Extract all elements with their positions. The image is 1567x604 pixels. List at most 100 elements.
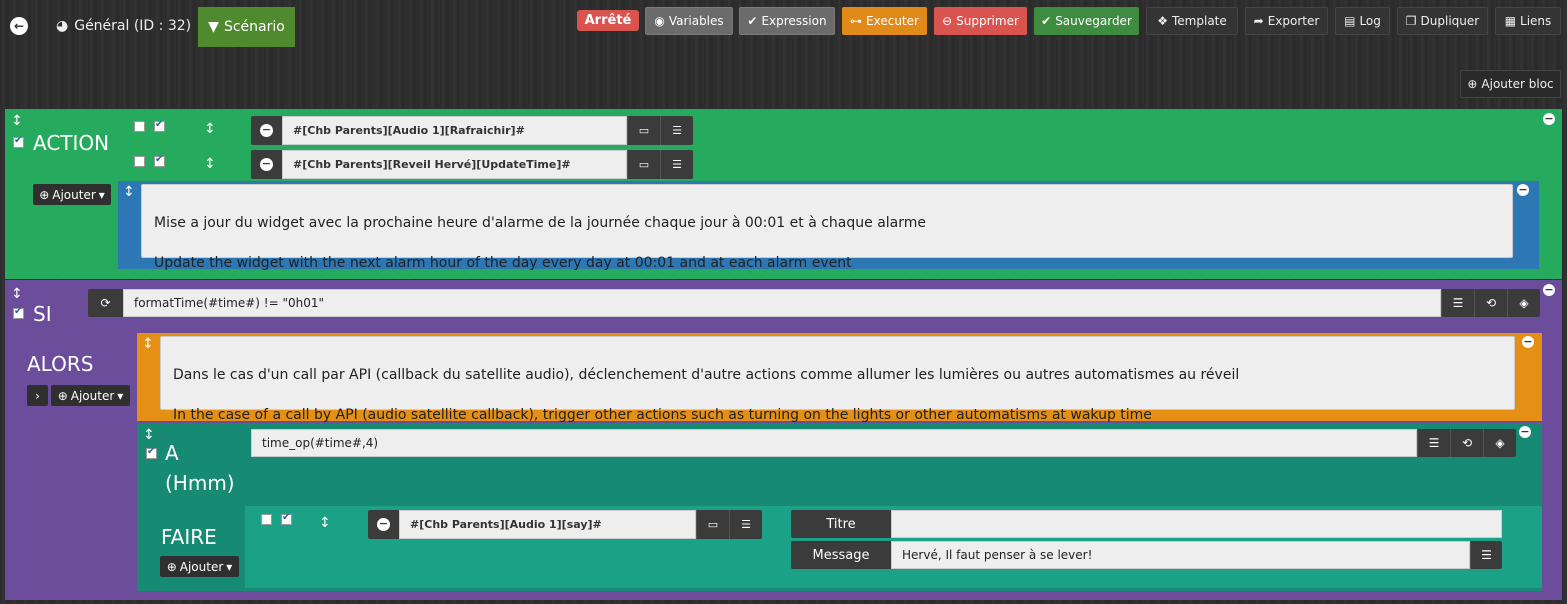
copy-icon: ❐ [1405, 14, 1417, 28]
drag-handle-icon[interactable]: ↕ [143, 427, 155, 443]
minus-circle-icon[interactable]: − [1543, 113, 1555, 125]
minus-icon: − [260, 157, 273, 171]
refresh-icon: ⟳ [100, 296, 111, 310]
faire-check-a[interactable] [261, 514, 272, 525]
dashboard-icon: ◕ [56, 18, 69, 34]
select-command-button[interactable]: ▭ [696, 510, 729, 539]
history-icon: ⟲ [1461, 436, 1473, 450]
a-sub-label: (Hmm) [165, 471, 235, 495]
inbox-icon: ▭ [638, 158, 650, 171]
cube-button[interactable]: ◈ [1507, 289, 1540, 317]
remove-action-button[interactable]: − [368, 510, 399, 539]
action-1-check-a[interactable] [134, 121, 145, 132]
list-button[interactable]: ☰ [660, 150, 693, 179]
list-button[interactable]: ☰ [1417, 429, 1450, 457]
drag-handle-icon[interactable]: ↕ [319, 515, 331, 531]
executer-button[interactable]: ⊶ Executer [842, 7, 927, 35]
variables-button[interactable]: ◉ Variables [645, 7, 733, 35]
history-button[interactable]: ⟲ [1450, 429, 1483, 457]
cube-button[interactable]: ◈ [1483, 429, 1516, 457]
caret-down-icon: ▾ [98, 187, 105, 202]
a-block: ↕ A (Hmm) time_op(#time#,4) ☰ ⟲ ◈ − FAIR… [137, 423, 1542, 591]
supprimer-button[interactable]: ⊖ Supprimer [934, 7, 1027, 35]
history-button[interactable]: ⟲ [1474, 289, 1507, 317]
condition-input[interactable]: formatTime(#time#) != "0h01" [123, 289, 1441, 317]
dupliquer-button[interactable]: ❐ Dupliquer [1397, 7, 1488, 35]
action-command-input-2[interactable]: #[Chb Parents][Reveil Hervé][UpdateTime]… [282, 150, 627, 179]
check-circle-icon: ✔ [1041, 14, 1052, 28]
status-badge: Arrêté [577, 10, 639, 31]
titre-label: Titre [791, 510, 891, 538]
cube-icon: ◈ [1519, 296, 1529, 310]
minus-circle-icon[interactable]: − [1543, 284, 1555, 296]
add-bloc-button[interactable]: ⊕ Ajouter bloc [1460, 70, 1561, 98]
expand-button[interactable]: › [27, 385, 48, 406]
minus-circle-icon[interactable]: − [1522, 336, 1534, 348]
drag-handle-icon[interactable]: ↕ [204, 121, 216, 137]
chevron-right-icon: › [35, 388, 40, 403]
alors-comment-block: ↕ Dans le cas d'un call par API (callbac… [137, 333, 1542, 423]
back-arrow-icon[interactable]: ← [10, 17, 28, 35]
faire-label: FAIRE [161, 525, 217, 549]
list-icon: ☰ [1428, 436, 1440, 450]
tab-scenario[interactable]: ▼ Scénario [198, 7, 295, 47]
drag-handle-icon[interactable]: ↕ [123, 184, 135, 200]
list-button[interactable]: ☰ [1441, 289, 1474, 317]
caret-down-icon: ▾ [117, 388, 124, 403]
faire-check-b[interactable] [281, 512, 292, 525]
list-button[interactable]: ☰ [660, 116, 693, 145]
a-expression-input[interactable]: time_op(#time#,4) [251, 429, 1417, 457]
comment-textarea[interactable]: Dans le cas d'un call par API (callback … [160, 336, 1515, 423]
action-command-row-1: − #[Chb Parents][Audio 1][Rafraichir]# ▭… [251, 116, 693, 145]
minus-icon: − [260, 123, 273, 137]
si-block: ↕ SI ⟳ formatTime(#time#) != "0h01" ☰ ⟲ … [5, 280, 1562, 600]
comment-textarea[interactable]: Mise a jour du widget avec la prochaine … [141, 184, 1513, 271]
select-command-button[interactable]: ▭ [627, 150, 660, 179]
gamepad-icon: ⊶ [850, 14, 863, 28]
minus-circle-icon: ⊖ [942, 14, 953, 28]
remove-action-button[interactable]: − [251, 116, 282, 145]
refresh-button[interactable]: ⟳ [88, 289, 123, 317]
file-icon: ▤ [1344, 14, 1356, 28]
cubes-icon: ❖ [1157, 14, 1168, 28]
filter-icon: ▼ [208, 19, 219, 35]
log-button[interactable]: ▤ Log [1335, 7, 1390, 35]
list-button[interactable]: ☰ [729, 510, 762, 539]
action-command-input-1[interactable]: #[Chb Parents][Audio 1][Rafraichir]# [282, 116, 627, 145]
tab-general[interactable]: ◕ Général (ID : 32) [56, 18, 191, 34]
comment-block: ↕ Mise a jour du widget avec la prochain… [118, 181, 1539, 271]
faire-ajouter-dropdown[interactable]: ⊕ Ajouter ▾ [160, 556, 239, 577]
minus-circle-icon[interactable]: − [1517, 184, 1529, 196]
si-enable-checkbox[interactable] [13, 306, 24, 319]
action-2-check-b[interactable] [154, 154, 165, 167]
list-icon: ☰ [672, 124, 682, 137]
message-input[interactable]: Hervé, Il faut penser à se lever! [891, 541, 1470, 569]
remove-action-button[interactable]: − [251, 150, 282, 179]
drag-handle-icon[interactable]: ↕ [142, 336, 154, 352]
exporter-button[interactable]: ➦ Exporter [1245, 7, 1328, 35]
action-ajouter-dropdown[interactable]: ⊕ Ajouter ▾ [33, 184, 111, 205]
template-button[interactable]: ❖ Template [1146, 7, 1238, 35]
drag-handle-icon[interactable]: ↕ [11, 113, 23, 129]
sauvegarder-button[interactable]: ✔ Sauvegarder [1034, 7, 1139, 35]
inbox-icon: ▭ [707, 518, 719, 531]
faire-command-input[interactable]: #[Chb Parents][Audio 1][say]# [399, 510, 696, 539]
drag-handle-icon[interactable]: ↕ [204, 156, 216, 172]
liens-button[interactable]: ▦ Liens [1495, 7, 1561, 35]
action-commands-area: ↕ − #[Chb Parents][Audio 1][Rafraichir]#… [117, 112, 1538, 179]
select-command-button[interactable]: ▭ [627, 116, 660, 145]
message-label: Message [791, 541, 891, 569]
titre-input[interactable] [891, 510, 1502, 538]
plus-circle-icon: ⊕ [57, 388, 68, 403]
action-1-check-b[interactable] [154, 119, 165, 132]
cube-icon: ◈ [1495, 436, 1505, 450]
action-enable-checkbox[interactable] [13, 135, 24, 148]
a-enable-checkbox[interactable] [146, 446, 157, 459]
action-command-row-2: − #[Chb Parents][Reveil Hervé][UpdateTim… [251, 150, 693, 179]
minus-circle-icon[interactable]: − [1519, 426, 1531, 438]
alors-ajouter-dropdown[interactable]: ⊕ Ajouter ▾ [51, 385, 130, 406]
action-2-check-a[interactable] [134, 156, 145, 167]
drag-handle-icon[interactable]: ↕ [11, 286, 23, 302]
expression-button[interactable]: ✔ Expression [739, 7, 835, 35]
list-button[interactable]: ☰ [1470, 541, 1502, 569]
